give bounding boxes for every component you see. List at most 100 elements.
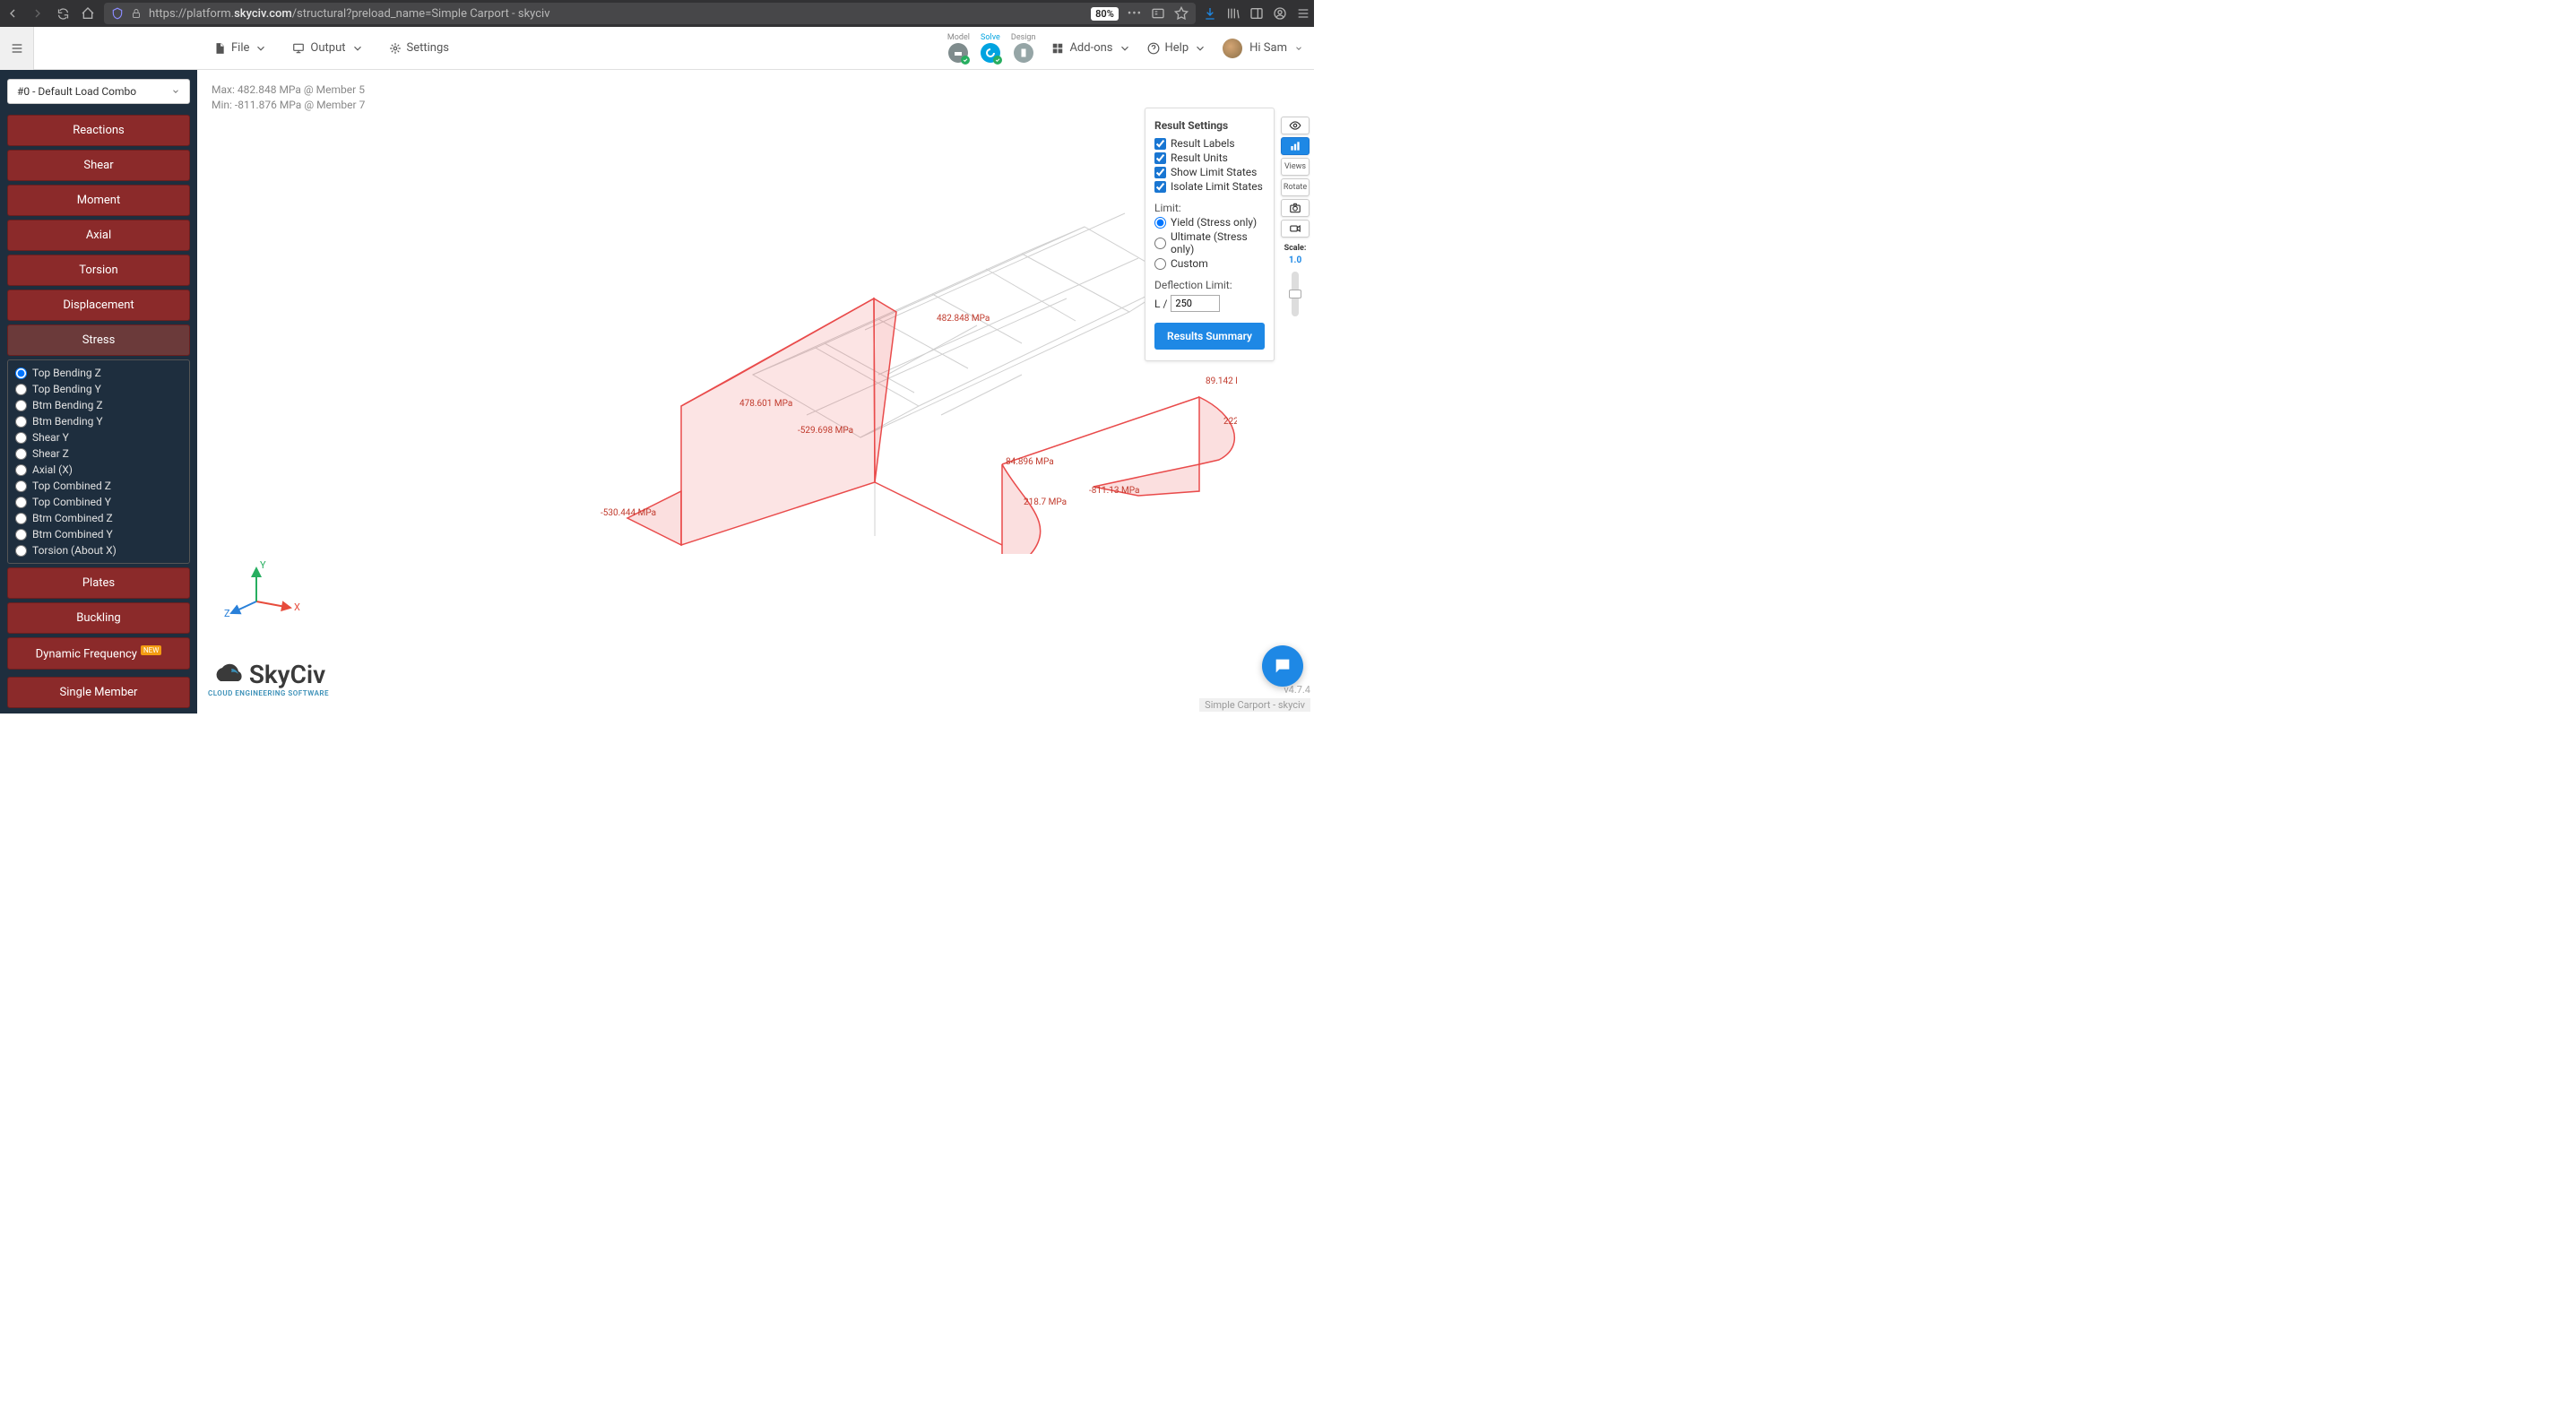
stress-opt-shear-z[interactable]: Shear Z xyxy=(15,446,182,461)
moment-button[interactable]: Moment xyxy=(7,185,190,216)
library-icon[interactable] xyxy=(1226,6,1240,21)
reload-icon[interactable] xyxy=(54,4,72,22)
scale-slider[interactable] xyxy=(1292,272,1299,316)
rotate-tool[interactable]: Rotate xyxy=(1281,178,1310,196)
home-icon[interactable] xyxy=(79,4,97,22)
solve-status[interactable]: Solve xyxy=(981,33,1000,63)
addons-menu[interactable]: Add-ons xyxy=(1051,41,1130,55)
chevron-down-icon xyxy=(1294,44,1303,53)
account-icon[interactable] xyxy=(1273,6,1287,21)
limit-yield-radio[interactable]: Yield (Stress only) xyxy=(1154,216,1265,229)
dynamic-frequency-button[interactable]: Dynamic FrequencyNEW xyxy=(7,637,190,670)
url-text: https://platform.skyciv.com/structural?p… xyxy=(149,7,550,21)
forward-icon[interactable] xyxy=(29,4,47,22)
chat-icon xyxy=(1273,656,1292,676)
reader-icon[interactable] xyxy=(1151,6,1165,21)
back-icon[interactable] xyxy=(4,4,22,22)
displacement-button[interactable]: Displacement xyxy=(7,290,190,321)
sidebar-toggle-button[interactable] xyxy=(0,27,34,70)
stress-opt-btm-combined-z[interactable]: Btm Combined Z xyxy=(15,511,182,525)
settings-menu[interactable]: Settings xyxy=(389,41,449,55)
chevron-down-icon xyxy=(255,42,267,55)
limit-custom-radio[interactable]: Custom xyxy=(1154,257,1265,270)
stress-label: 482.848 MPa xyxy=(937,314,990,324)
stress-label: -529.698 MPa xyxy=(798,426,853,436)
address-bar[interactable]: https://platform.skyciv.com/structural?p… xyxy=(104,3,1196,24)
result-labels-check[interactable]: Result Labels xyxy=(1154,137,1265,150)
chat-button[interactable] xyxy=(1262,645,1303,687)
design-status[interactable]: Design xyxy=(1011,33,1036,63)
stress-opt-btm-combined-y[interactable]: Btm Combined Y xyxy=(15,527,182,541)
stress-opt-top-combined-z[interactable]: Top Combined Z xyxy=(15,479,182,493)
app-toolbar: File Output Settings Model Solve Design xyxy=(0,27,1314,70)
canvas-minmax-info: Max: 482.848 MPa @ Member 5 Min: -811.87… xyxy=(212,82,365,113)
svg-text:Z: Z xyxy=(224,608,230,619)
cloud-icon xyxy=(212,662,247,688)
results-summary-button[interactable]: Results Summary xyxy=(1154,323,1265,350)
deflection-input[interactable] xyxy=(1171,295,1220,312)
limit-ultimate-radio[interactable]: Ultimate (Stress only) xyxy=(1154,230,1265,255)
axis-gizmo: X Y Z xyxy=(220,561,301,624)
results-sidebar: #0 - Default Load Combo Reactions Shear … xyxy=(0,70,197,714)
chevron-down-icon xyxy=(171,87,180,96)
footer-status: Simple Carport - skyciv xyxy=(1199,698,1310,712)
record-tool[interactable] xyxy=(1281,220,1310,238)
view-toolbar: Views Rotate Scale: 1.0 xyxy=(1278,117,1312,316)
canvas-viewport[interactable]: Max: 482.848 MPa @ Member 5 Min: -811.87… xyxy=(197,70,1314,714)
stress-opt-top-bending-y[interactable]: Top Bending Y xyxy=(15,382,182,396)
grid-icon xyxy=(1051,42,1064,55)
camera-tool[interactable] xyxy=(1281,199,1310,217)
avatar xyxy=(1223,39,1242,58)
stress-label: 218.7 MPa xyxy=(1024,497,1067,507)
isolate-limit-states-check[interactable]: Isolate Limit States xyxy=(1154,180,1265,193)
download-icon[interactable] xyxy=(1203,6,1217,21)
video-icon xyxy=(1289,222,1301,235)
stress-opt-shear-y[interactable]: Shear Y xyxy=(15,430,182,445)
stress-label: 222.071 MPa xyxy=(1223,417,1237,427)
show-limit-states-check[interactable]: Show Limit States xyxy=(1154,166,1265,178)
eye-icon xyxy=(1289,119,1301,132)
stress-button[interactable]: Stress xyxy=(7,324,190,356)
browser-toolbar: https://platform.skyciv.com/structural?p… xyxy=(0,0,1314,27)
chevron-down-icon xyxy=(1194,42,1206,55)
stress-opt-btm-bending-z[interactable]: Btm Bending Z xyxy=(15,398,182,412)
stress-opt-top-combined-y[interactable]: Top Combined Y xyxy=(15,495,182,509)
ellipsis-icon[interactable]: ••• xyxy=(1128,7,1142,21)
stress-opt-axial-x[interactable]: Axial (X) xyxy=(15,463,182,477)
buckling-button[interactable]: Buckling xyxy=(7,602,190,634)
logo: SkyCiv CLOUD ENGINEERING SOFTWARE xyxy=(208,660,329,697)
stress-opt-top-bending-z[interactable]: Top Bending Z xyxy=(15,366,182,380)
axial-button[interactable]: Axial xyxy=(7,220,190,251)
panel-title: Result Settings xyxy=(1154,119,1265,132)
bookmark-star-icon[interactable] xyxy=(1174,6,1189,21)
single-member-button[interactable]: Single Member xyxy=(7,677,190,708)
reactions-button[interactable]: Reactions xyxy=(7,115,190,146)
views-tool[interactable]: Views xyxy=(1281,158,1310,176)
hamburger-menu-icon[interactable] xyxy=(1296,6,1310,21)
stress-opt-btm-bending-y[interactable]: Btm Bending Y xyxy=(15,414,182,428)
file-menu[interactable]: File xyxy=(213,41,267,55)
zoom-indicator[interactable]: 80% xyxy=(1091,7,1119,21)
user-menu[interactable]: Hi Sam xyxy=(1223,39,1303,58)
load-combo-select[interactable]: #0 - Default Load Combo xyxy=(7,79,190,104)
stress-options-panel: Top Bending Z Top Bending Y Btm Bending … xyxy=(7,359,190,564)
help-menu[interactable]: Help xyxy=(1147,41,1207,55)
result-units-check[interactable]: Result Units xyxy=(1154,151,1265,164)
tracking-shield-icon[interactable] xyxy=(111,7,124,20)
result-settings-panel: Result Settings Result Labels Result Uni… xyxy=(1145,108,1275,361)
svg-text:Y: Y xyxy=(260,561,266,571)
torsion-button[interactable]: Torsion xyxy=(7,255,190,286)
graph-tool[interactable] xyxy=(1281,137,1310,155)
shear-button[interactable]: Shear xyxy=(7,150,190,181)
monitor-icon xyxy=(292,42,305,55)
stress-label: 84.896 MPa xyxy=(1006,457,1054,467)
output-menu[interactable]: Output xyxy=(292,41,363,55)
model-status[interactable]: Model xyxy=(947,33,970,63)
sidebar-toggle-icon[interactable] xyxy=(1249,6,1264,21)
deflection-prefix: L / xyxy=(1154,298,1167,310)
visibility-tool[interactable] xyxy=(1281,117,1310,134)
stress-opt-torsion-x[interactable]: Torsion (About X) xyxy=(15,543,182,558)
svg-text:X: X xyxy=(294,601,300,613)
plates-button[interactable]: Plates xyxy=(7,567,190,599)
chart-icon xyxy=(1289,140,1301,152)
